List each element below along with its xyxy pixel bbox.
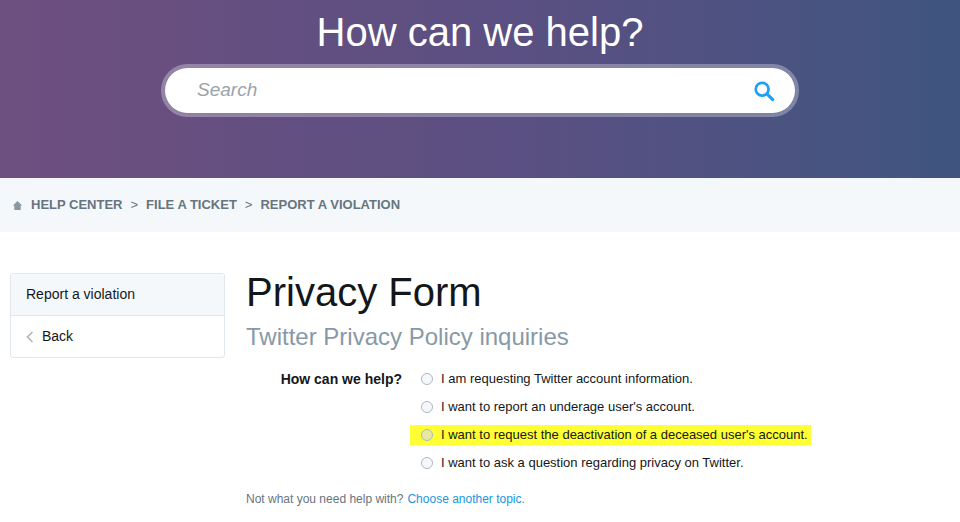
search-bar[interactable] <box>165 68 795 113</box>
choose-topic-link[interactable]: Choose another topic. <box>407 491 524 507</box>
breadcrumb-link[interactable]: FILE A TICKET <box>146 195 237 215</box>
radio-button[interactable] <box>421 457 433 469</box>
radio-button[interactable] <box>421 373 433 385</box>
sidebar-label: Report a violation <box>26 284 135 305</box>
chevron-left-icon <box>26 331 34 343</box>
home-icon <box>12 200 23 211</box>
radio-option[interactable]: I want to request the deactivation of a … <box>410 421 811 449</box>
option-label: I want to ask a question regarding priva… <box>441 454 744 472</box>
main-content: Report a violation Back Privacy Form Twitte… <box>0 232 960 507</box>
privacy-form: Privacy Form Twitter Privacy Policy inqui… <box>246 269 811 507</box>
question-label: How can we help? <box>281 365 402 393</box>
radio-options: I am requesting Twitter account informat… <box>410 365 811 477</box>
back-link[interactable]: Back <box>11 316 224 357</box>
form-subtitle: Twitter Privacy Policy inquiries <box>246 322 811 352</box>
form-title: Privacy Form <box>246 269 811 315</box>
option-label: I am requesting Twitter account informat… <box>441 370 693 388</box>
option-label: I want to request the deactivation of a … <box>441 426 808 444</box>
breadcrumb-link[interactable]: REPORT A VIOLATION <box>260 195 400 215</box>
hero-title: How can we help? <box>317 8 644 56</box>
sidebar: Report a violation Back <box>10 273 225 358</box>
search-input[interactable] <box>197 76 753 105</box>
option-highlight: I am requesting Twitter account informat… <box>410 369 696 389</box>
sidebar-label: Back <box>42 326 73 347</box>
option-label: I want to report an underage user's acco… <box>441 398 695 416</box>
option-highlight: I want to request the deactivation of a … <box>410 425 811 445</box>
help-footer: Not what you need help with?Choose anoth… <box>246 491 811 507</box>
search-icon <box>753 80 775 102</box>
radio-button[interactable] <box>421 401 433 413</box>
option-highlight: I want to ask a question regarding priva… <box>410 453 747 473</box>
question-group: How can we help? I am requesting Twitter … <box>246 365 811 477</box>
radio-option[interactable]: I want to report an underage user's acco… <box>410 393 811 421</box>
breadcrumb-separator: > <box>131 195 139 215</box>
breadcrumb: HELP CENTER > FILE A TICKET > REPORT A VIOLA… <box>0 178 960 232</box>
question-label-cell: How can we help? <box>246 365 402 477</box>
breadcrumb-link[interactable]: HELP CENTER <box>31 195 123 215</box>
radio-option[interactable]: I am requesting Twitter account informat… <box>410 365 811 393</box>
radio-option[interactable]: I want to ask a question regarding priva… <box>410 449 811 477</box>
footer-text: Not what you need help with? <box>246 491 403 507</box>
sidebar-header: Report a violation <box>11 274 224 316</box>
radio-button[interactable] <box>421 429 433 441</box>
breadcrumb-separator: > <box>245 195 253 215</box>
hero-banner: How can we help? <box>0 0 960 178</box>
option-highlight: I want to report an underage user's acco… <box>410 397 698 417</box>
